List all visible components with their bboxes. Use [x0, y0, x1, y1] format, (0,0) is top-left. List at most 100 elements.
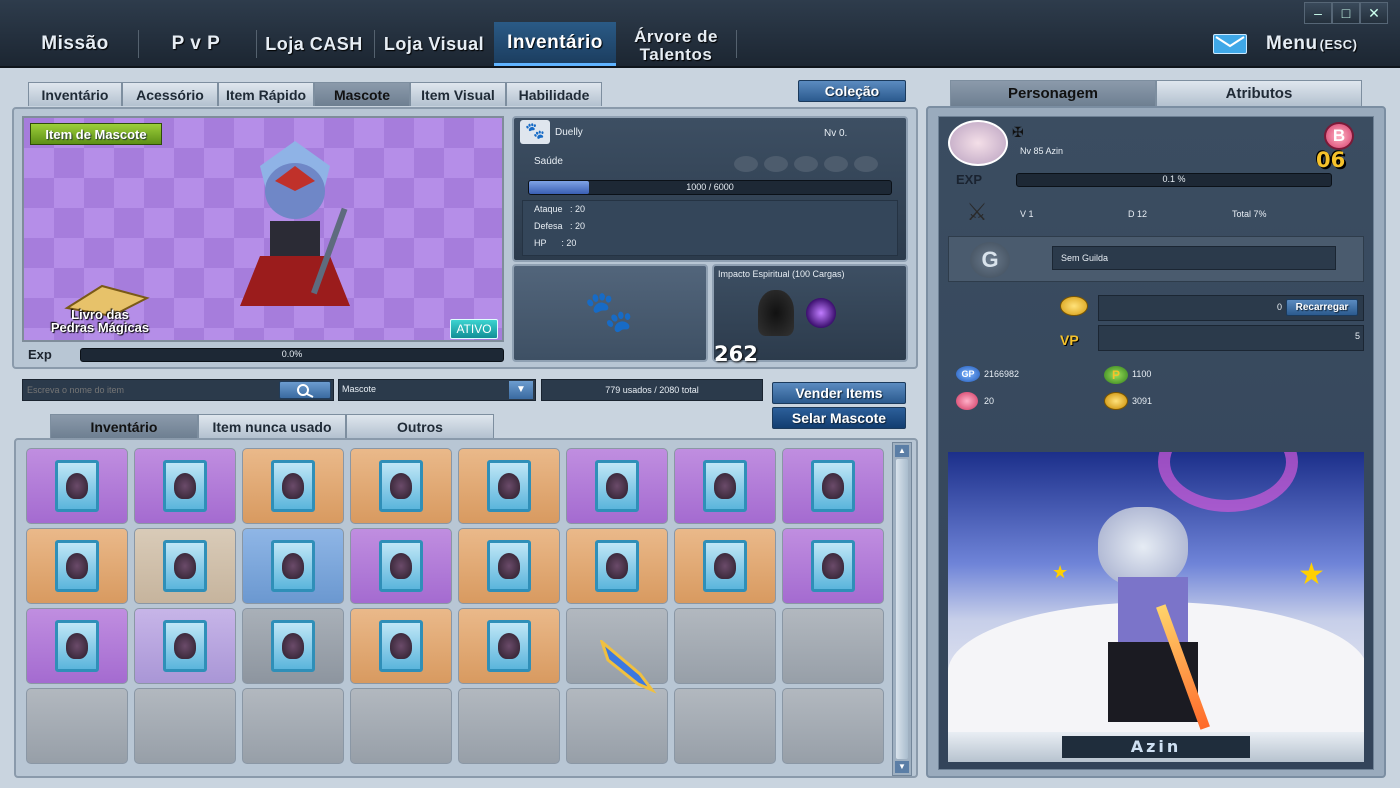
search-box — [22, 379, 334, 401]
cash-coins-icon — [1060, 296, 1088, 316]
inventory-slot-empty[interactable] — [674, 608, 776, 684]
pet-status-badge: ATIVO — [450, 319, 498, 339]
character-tabs: Personagem Atributos — [950, 80, 1362, 106]
inventory-slot[interactable] — [458, 528, 560, 604]
nav-arvore-de-talentos[interactable]: Árvore de Talentos — [620, 24, 732, 68]
inventory-slot-empty[interactable] — [134, 688, 236, 764]
inventory-slot[interactable] — [458, 448, 560, 524]
pet-stat-ataque: Ataque : 20 — [534, 204, 586, 214]
tab-outros[interactable]: Outros — [346, 414, 494, 438]
inventory-slot[interactable] — [134, 448, 236, 524]
gem-icon — [956, 392, 978, 410]
tab-item-rapido[interactable]: Item Rápido — [218, 82, 314, 106]
inventory-slot-empty[interactable] — [350, 688, 452, 764]
nav-pvp[interactable]: P v P — [140, 22, 252, 66]
scroll-down-icon[interactable]: ▼ — [895, 761, 909, 773]
sell-items-button[interactable]: Vender Items — [772, 382, 906, 404]
tab-personagem[interactable]: Personagem — [950, 80, 1156, 106]
seal-pet-button[interactable]: Selar Mascote — [772, 407, 906, 429]
paw-slot-icon — [764, 156, 788, 172]
book-label[interactable]: Livro das Pedras Mágicas — [38, 308, 162, 334]
search-button[interactable] — [279, 381, 331, 399]
pet-card-icon — [271, 460, 315, 512]
inventory-slot-empty[interactable] — [566, 688, 668, 764]
scroll-up-icon[interactable]: ▲ — [895, 445, 909, 457]
close-button[interactable]: ✕ — [1360, 2, 1388, 24]
pet-equip-slot[interactable]: 🐾 — [512, 264, 708, 362]
minimize-button[interactable]: – — [1304, 2, 1332, 24]
inventory-slot[interactable] — [242, 448, 344, 524]
pet-card-icon — [271, 620, 315, 672]
pet-exp-text: 0.0% — [281, 349, 303, 359]
nav-loja-visual[interactable]: Loja Visual — [376, 22, 492, 66]
colecao-button[interactable]: Coleção — [798, 80, 906, 102]
pet-stat-hp: HP : 20 — [534, 238, 577, 248]
pet-card-icon — [55, 540, 99, 592]
inventory-slot[interactable] — [134, 608, 236, 684]
inventory-slot[interactable] — [782, 448, 884, 524]
pet-name: Duelly — [555, 127, 583, 138]
nav-missao[interactable]: Missão — [14, 22, 136, 66]
paw-icon: 🐾 — [520, 120, 550, 144]
inventory-slot[interactable] — [26, 448, 128, 524]
tab-acessorio[interactable]: Acessório — [122, 82, 218, 106]
inventory-slot-empty[interactable] — [674, 688, 776, 764]
inventory-slot-empty[interactable] — [242, 688, 344, 764]
inventory-slot-empty[interactable] — [782, 688, 884, 764]
tab-item-visual[interactable]: Item Visual — [410, 82, 506, 106]
inventory-slot[interactable] — [350, 528, 452, 604]
tab-habilidade[interactable]: Habilidade — [506, 82, 602, 106]
inventory-usage: 779 usados / 2080 total — [541, 379, 763, 401]
pet-card-icon — [163, 460, 207, 512]
inventory-slot[interactable] — [566, 448, 668, 524]
inventory-slot-empty[interactable] — [458, 688, 560, 764]
maximize-button[interactable]: □ — [1332, 2, 1360, 24]
menu-button[interactable]: Menu (ESC) — [1266, 22, 1394, 66]
nav-inventario[interactable]: Inventário — [494, 22, 616, 66]
inventory-slot[interactable] — [674, 448, 776, 524]
tab-inventario[interactable]: Inventário — [28, 82, 122, 106]
crossed-swords-icon: ⚔ — [966, 199, 988, 226]
tab-atributos[interactable]: Atributos — [1156, 80, 1362, 106]
tab-mascote[interactable]: Mascote — [314, 82, 410, 106]
tab-item-nunca-usado[interactable]: Item nunca usado — [198, 414, 346, 438]
category-select[interactable]: Mascote ▼ — [338, 379, 536, 401]
search-input[interactable] — [27, 382, 277, 398]
galaxy-swirl — [1158, 452, 1298, 512]
inventory-slot[interactable] — [242, 608, 344, 684]
inventory-scrollbar[interactable]: ▲ ▼ — [892, 442, 912, 776]
inventory-slot[interactable] — [566, 528, 668, 604]
paw-slot-icon — [824, 156, 848, 172]
avatar — [948, 120, 1008, 166]
inventory-slot-empty[interactable] — [782, 608, 884, 684]
guild-name: Sem Guilda — [1052, 246, 1336, 270]
inventory-slot[interactable] — [134, 528, 236, 604]
gp-value: 2166982 — [984, 369, 1020, 379]
inventory-slot[interactable] — [350, 448, 452, 524]
inventory-slot[interactable] — [782, 528, 884, 604]
recharge-button[interactable]: Recarregar — [1286, 299, 1358, 316]
scrollbar-thumb[interactable] — [896, 459, 908, 759]
pet-card-icon — [595, 460, 639, 512]
pet-health-label: Saúde — [534, 156, 563, 167]
inventory-slot[interactable] — [242, 528, 344, 604]
chevron-down-icon[interactable]: ▼ — [509, 381, 533, 399]
inventory-slot-empty[interactable] — [26, 688, 128, 764]
nav-loja-cash[interactable]: Loja CASH — [258, 22, 370, 66]
character-name: Azin — [1062, 736, 1250, 758]
gem-value: 20 — [984, 396, 995, 406]
pet-character-image — [240, 141, 350, 306]
inventory-slot[interactable] — [350, 608, 452, 684]
inventory-slot[interactable] — [26, 608, 128, 684]
menu-hint: (ESC) — [1319, 36, 1358, 52]
pet-card-icon — [271, 540, 315, 592]
tab-inventario-items[interactable]: Inventário — [50, 414, 198, 438]
inventory-slot[interactable] — [458, 608, 560, 684]
inventory-slot[interactable] — [26, 528, 128, 604]
inventory-slot[interactable] — [674, 528, 776, 604]
gp-icon: GP — [956, 366, 980, 382]
pet-card-icon — [703, 460, 747, 512]
mail-icon[interactable] — [1213, 34, 1247, 54]
dark-orb-icon — [806, 298, 836, 328]
nav-separator — [374, 30, 375, 58]
